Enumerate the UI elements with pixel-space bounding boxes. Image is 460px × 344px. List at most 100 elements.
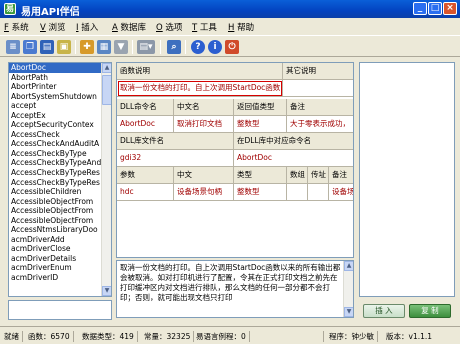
list-item[interactable]: AbortSystemShutdown: [9, 92, 102, 102]
api-list-items: AbortDoc AbortPath AbortPrinter AbortSystem…: [9, 63, 111, 283]
description-scrollbar[interactable]: ▲ ▼: [343, 261, 353, 317]
search-icon[interactable]: ⌕: [167, 40, 181, 54]
status-functions: 函数：6570: [28, 331, 74, 342]
folder-icon[interactable]: ▣: [57, 40, 71, 54]
toolbar: ≡ ❐ ▤ ▣ ✚ ▦ ▼ ▤▾ ⌕ ? i ⏻: [0, 35, 460, 57]
list-item[interactable]: accept: [9, 101, 102, 111]
copy-icon[interactable]: ❐: [23, 40, 37, 54]
code-panel[interactable]: [359, 62, 455, 297]
description-content: 取消一份文档的打印。自上次调用StartDoc函数以来的所有输出都会被取消。如对…: [120, 263, 341, 302]
list-item[interactable]: acmDriverClose: [9, 244, 102, 254]
menu-browse[interactable]: V 浏览: [40, 21, 66, 33]
scroll-up-icon[interactable]: ▲: [344, 261, 353, 271]
app-icon: 易: [4, 3, 16, 15]
exit-icon[interactable]: ⏻: [225, 40, 239, 54]
status-author: 程序：钟少敏: [329, 331, 378, 342]
list-item[interactable]: acmDriverID: [9, 273, 102, 283]
ret-type-value[interactable]: 整数型: [234, 116, 287, 133]
list-item[interactable]: AccessCheckByTypeRes: [9, 178, 102, 188]
func-desc-value[interactable]: 取消一份文档的打印。自上次调用StartDoc函数以来的所有输出都会被取消: [117, 80, 283, 97]
param-cn-header: 中文: [174, 167, 234, 184]
list-item[interactable]: AccessNtmsLibraryDoo: [9, 225, 102, 235]
param-remark-value[interactable]: 设备场景: [329, 184, 353, 201]
byref-value[interactable]: [308, 184, 329, 201]
list-item[interactable]: AccessCheckByTypeAnd: [9, 158, 102, 168]
scroll-up-icon[interactable]: ▲: [102, 63, 111, 73]
list-item[interactable]: AccessCheckAndAuditA: [9, 139, 102, 149]
list-item[interactable]: AccessibleObjectFrom: [9, 197, 102, 207]
param-header: 参数: [117, 167, 174, 184]
info-icon[interactable]: i: [208, 40, 222, 54]
dll-cmd-value[interactable]: AbortDoc: [117, 116, 174, 133]
dll-file-header: DLL库文件名: [117, 133, 234, 150]
status-progress: [270, 331, 324, 342]
list-item[interactable]: AbortPrinter: [9, 82, 102, 92]
scroll-down-icon[interactable]: ▼: [102, 286, 111, 296]
list-item[interactable]: acmDriverAdd: [9, 235, 102, 245]
list-item[interactable]: AccessibleObjectFrom: [9, 206, 102, 216]
window-title: 易用API伴侣: [21, 7, 80, 18]
scroll-down-icon[interactable]: ▼: [344, 307, 353, 317]
list-item[interactable]: AccessCheckByType: [9, 149, 102, 159]
new-icon[interactable]: ≡: [6, 40, 20, 54]
list-item[interactable]: AccessibleObjectFrom: [9, 216, 102, 226]
minimize-button[interactable]: _: [413, 2, 427, 15]
api-list[interactable]: AbortDoc AbortPath AbortPrinter AbortSystem…: [8, 62, 112, 297]
list-item[interactable]: AbortPath: [9, 73, 102, 83]
menu-system[interactable]: F 系统: [4, 21, 29, 33]
ret-type-header: 返回值类型: [234, 99, 287, 116]
list-item[interactable]: AbortDoc: [9, 63, 102, 73]
filter-icon[interactable]: ▼: [114, 40, 128, 54]
insert-button[interactable]: 插 入: [363, 304, 405, 318]
add-icon[interactable]: ✚: [80, 40, 94, 54]
list-item[interactable]: AccessibleChildren: [9, 187, 102, 197]
paste-icon[interactable]: ▦: [97, 40, 111, 54]
description-text[interactable]: 取消一份文档的打印。自上次调用StartDoc函数以来的所有输出都会被取消。如对…: [116, 260, 354, 318]
detail-grid: 函数说明 其它说明 取消一份文档的打印。自上次调用StartDoc函数以来的所有…: [116, 62, 354, 258]
param-remark-header: 备注: [329, 167, 353, 184]
api-list-scrollbar[interactable]: ▲ ▼: [101, 63, 111, 296]
array-value[interactable]: [287, 184, 308, 201]
menu-help[interactable]: H 帮助: [228, 21, 254, 33]
byref-header: 传址: [308, 167, 329, 184]
param-cn-value[interactable]: 设备场景句柄: [174, 184, 234, 201]
status-bar: 就绪 函数：6570 数据类型：419 常量：32325 易语言例程：0 程序：…: [0, 326, 460, 344]
maximize-button[interactable]: □: [428, 2, 442, 15]
remark-header: 备注: [287, 99, 353, 116]
param-type-value[interactable]: 整数型: [234, 184, 287, 201]
menu-options[interactable]: O 选项: [156, 21, 182, 33]
scroll-thumb[interactable]: [102, 75, 111, 105]
list-item[interactable]: acmDriverEnum: [9, 263, 102, 273]
book-icon[interactable]: ▤: [40, 40, 54, 54]
list-item[interactable]: AcceptSecurityContex: [9, 120, 102, 130]
status-datatypes: 数据类型：419: [82, 331, 138, 342]
copy-button[interactable]: 复 制: [409, 304, 451, 318]
list-item[interactable]: AccessCheck: [9, 130, 102, 140]
dll-func-header: 在DLL库中对应命令名: [234, 133, 353, 150]
menu-bar: F 系统 V 浏览 I 插入 A 数据库 O 选项 T 工具 H 帮助: [0, 18, 460, 35]
menu-tools[interactable]: T 工具: [192, 21, 217, 33]
status-ready: 就绪: [4, 331, 23, 342]
func-desc-header: 函数说明: [117, 63, 283, 80]
view-dropdown-icon[interactable]: ▤▾: [137, 40, 155, 54]
list-item[interactable]: acmDriverDetails: [9, 254, 102, 264]
menu-insert[interactable]: I 插入: [76, 21, 98, 33]
dll-file-value[interactable]: gdi32: [117, 150, 234, 167]
param-name-value[interactable]: hdc: [117, 184, 174, 201]
search-input[interactable]: [8, 300, 112, 320]
help-icon[interactable]: ?: [191, 40, 205, 54]
menu-database[interactable]: A 数据库: [112, 21, 146, 33]
other-desc-header: 其它说明: [283, 63, 353, 80]
list-item[interactable]: AcceptEx: [9, 111, 102, 121]
list-item[interactable]: AccessCheckByTypeRes: [9, 168, 102, 178]
remark-value[interactable]: 大于零表示成功，: [287, 116, 353, 133]
dll-func-value[interactable]: AbortDoc: [234, 150, 353, 167]
toolbar-separator: [160, 40, 161, 54]
cn-name-value[interactable]: 取消打印文档: [174, 116, 234, 133]
status-constants: 常量：32325: [144, 331, 195, 342]
toolbar-separator: [132, 40, 133, 54]
cn-name-header: 中文名: [174, 99, 234, 116]
other-desc-value[interactable]: [283, 80, 353, 97]
status-version: 版本：v1.1.1: [386, 332, 433, 341]
close-button[interactable]: ×: [443, 2, 457, 15]
